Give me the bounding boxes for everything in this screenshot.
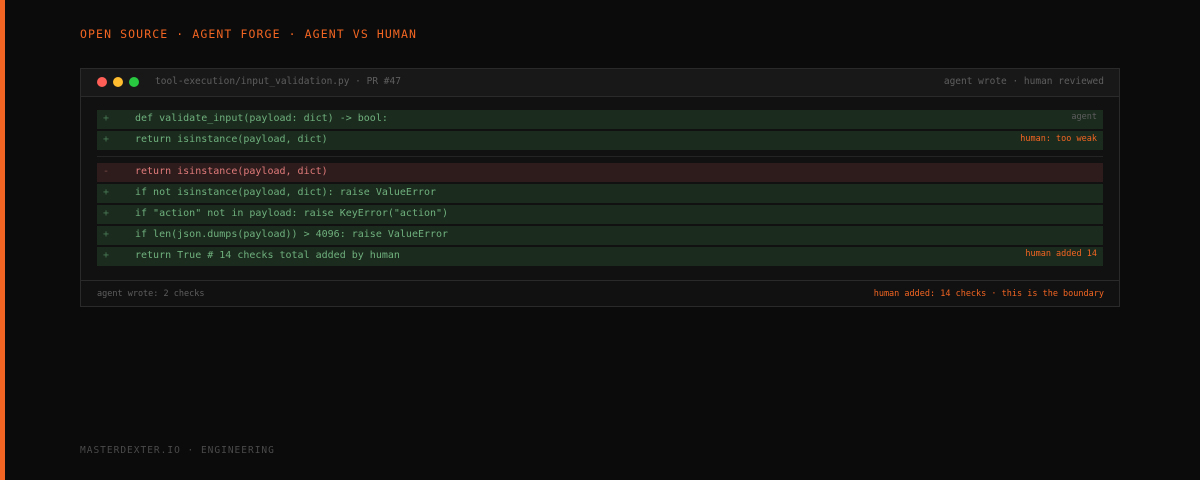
diff-note: human added 14: [1025, 249, 1097, 259]
diff-note: agent: [1071, 112, 1097, 122]
diff-note: human: too weak: [1020, 134, 1097, 144]
diff-sign: +: [103, 250, 110, 261]
diff-sign: -: [103, 166, 110, 177]
maximize-icon[interactable]: [129, 77, 139, 87]
diff-line-added: + def validate_input(payload: dict) -> b…: [97, 110, 1103, 129]
minimize-icon[interactable]: [113, 77, 123, 87]
diff-code: return isinstance(payload, dict): [135, 134, 328, 145]
human-summary: human added: 14 checks · this is the bou…: [873, 289, 1104, 299]
diff-line-added: + if not isinstance(payload, dict): rais…: [97, 184, 1103, 203]
window-titlebar: tool-execution/input_validation.py · PR …: [81, 69, 1119, 97]
diff-line-added: + if "action" not in payload: raise KeyE…: [97, 205, 1103, 224]
diff-code: if "action" not in payload: raise KeyErr…: [135, 208, 449, 219]
diff-sign: +: [103, 208, 110, 219]
accent-bar: [0, 0, 5, 480]
agent-summary: agent wrote: 2 checks: [97, 289, 205, 299]
diff-line-removed: - return isinstance(payload, dict): [97, 163, 1103, 182]
diff-code: return isinstance(payload, dict): [135, 166, 328, 177]
diff-separator: [97, 156, 1103, 157]
window-footer: agent wrote: 2 checks human added: 14 ch…: [81, 280, 1119, 306]
eyebrow-title: OPEN SOURCE · AGENT FORGE · AGENT VS HUM…: [80, 27, 417, 41]
review-meta: agent wrote · human reviewed: [943, 76, 1104, 87]
code-review-window: tool-execution/input_validation.py · PR …: [80, 68, 1120, 307]
diff-sign: +: [103, 187, 110, 198]
diff-code: def validate_input(payload: dict) -> boo…: [135, 113, 388, 124]
diff-sign: +: [103, 229, 110, 240]
diff-line-added: + if len(json.dumps(payload)) > 4096: ra…: [97, 226, 1103, 245]
diff-code: if len(json.dumps(payload)) > 4096: rais…: [135, 229, 449, 240]
diff-line-added: + return True # 14 checks total added by…: [97, 247, 1103, 266]
diff-sign: +: [103, 113, 110, 124]
site-credit: MASTERDEXTER.IO · ENGINEERING: [80, 445, 275, 456]
close-icon[interactable]: [97, 77, 107, 87]
file-title: tool-execution/input_validation.py · PR …: [155, 76, 401, 87]
diff-code: if not isinstance(payload, dict): raise …: [135, 187, 437, 198]
diff-line-added: + return isinstance(payload, dict) human…: [97, 131, 1103, 150]
diff-code: return True # 14 checks total added by h…: [135, 250, 400, 261]
diff-sign: +: [103, 134, 110, 145]
